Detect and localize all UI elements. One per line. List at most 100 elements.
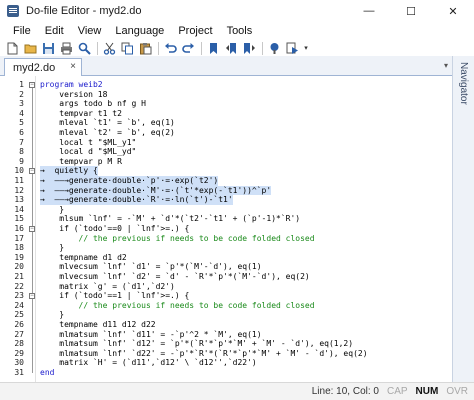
code-line[interactable]: 11 → ——→generate·double·`p'·=·exp(`t2') — [0, 176, 452, 186]
code-text[interactable]: → ——→generate·double·`M'·=·(`t'*exp(-`t1… — [40, 185, 272, 196]
minimize-button[interactable]: — — [348, 0, 390, 22]
code-text[interactable]: end — [40, 368, 54, 378]
code-line[interactable]: 30 matrix `H' = (`d11',`d12' \ `d12'',`d… — [0, 358, 452, 368]
code-line[interactable]: 15 mlsum `lnf' = -`M' + `d'*(`t2'-`t1' +… — [0, 214, 452, 224]
code-line[interactable]: 23 if (`todo'==1 | `lnf'>=.) { — [0, 291, 452, 301]
code-line[interactable]: 7 local t "$ML_y1" — [0, 138, 452, 148]
code-line[interactable]: 28 mlmatsum `lnf' `d12' = `p'*(`R'*`p'*`… — [0, 339, 452, 349]
menu-file[interactable]: File — [6, 25, 38, 37]
fold-toggle-icon[interactable]: − — [29, 225, 35, 232]
code-text[interactable]: program weib2 — [40, 80, 103, 90]
print-icon[interactable] — [58, 40, 74, 56]
fold-toggle-icon[interactable]: − — [29, 292, 35, 299]
copy-icon[interactable] — [119, 40, 135, 56]
redo-icon[interactable] — [180, 40, 196, 56]
code-text[interactable]: matrix `H' = (`d11',`d12' \ `d12'',`d22'… — [40, 358, 256, 368]
undo-icon[interactable] — [162, 40, 178, 56]
code-line[interactable]: 9 tempvar p M R — [0, 157, 452, 167]
fold-toggle-icon[interactable]: − — [29, 81, 35, 88]
prev-bookmark-icon[interactable] — [223, 40, 239, 56]
code-text[interactable]: } — [40, 243, 64, 253]
line-number: 2 — [19, 89, 24, 99]
code-text[interactable]: mleval `t1' = `b', eq(1) — [40, 118, 175, 128]
code-text[interactable]: version 18 — [40, 90, 107, 100]
menu-language[interactable]: Language — [108, 25, 171, 37]
code-line[interactable]: 20 mlvecsum `lnf' `d1' = `p'*(`M'-`d'), … — [0, 262, 452, 272]
code-text[interactable]: matrix `g' = (`d1',`d2') — [40, 282, 175, 292]
tab-close-icon[interactable]: × — [70, 61, 76, 72]
code-text[interactable]: // the previous if needs to be code fold… — [40, 234, 315, 244]
code-line[interactable]: 25 } — [0, 310, 452, 320]
tab-myd2-do[interactable]: myd2.do × — [4, 58, 82, 76]
menu-view[interactable]: View — [71, 25, 109, 37]
code-line[interactable]: 4 tempvar t1 t2 — [0, 109, 452, 119]
menu-tools[interactable]: Tools — [220, 25, 260, 37]
code-text[interactable]: local d "$ML_yd" — [40, 147, 136, 157]
code-text[interactable]: tempvar t1 t2 — [40, 109, 122, 119]
code-line[interactable]: 19 tempname d1 d2 — [0, 253, 452, 263]
code-text[interactable]: mlmatsum `lnf' `d11' = -`p'^2 * `M', eq(… — [40, 330, 261, 340]
paste-icon[interactable] — [137, 40, 153, 56]
tab-list-chevron-icon[interactable]: ▾ — [444, 61, 448, 70]
menu-project[interactable]: Project — [171, 25, 219, 37]
code-line[interactable]: 31 end — [0, 368, 452, 378]
code-editor[interactable]: 1 program weib2 2 version 18 3 args todo b … — [0, 76, 452, 382]
line-number: 13 — [14, 195, 24, 205]
code-text[interactable]: if (`todo'==0 | `lnf'>=.) { — [40, 224, 189, 234]
code-line[interactable]: 12 → ——→generate·double·`M'·=·(`t'*exp(-`… — [0, 185, 452, 196]
code-text[interactable]: tempvar p M R — [40, 157, 122, 167]
code-text[interactable]: tempname d1 d2 — [40, 253, 126, 263]
new-icon[interactable] — [4, 40, 20, 56]
execute-icon[interactable] — [284, 40, 300, 56]
code-line[interactable]: 21 mlvecsum `lnf' `d2' = `d' - `R'*`p'*(… — [0, 272, 452, 282]
cut-icon[interactable] — [101, 40, 117, 56]
code-text[interactable]: → ——→generate·double·`p'·=·exp(`t2') — [40, 176, 219, 186]
bookmark-icon[interactable] — [205, 40, 221, 56]
open-icon[interactable] — [22, 40, 38, 56]
code-line[interactable]: 2 version 18 — [0, 90, 452, 100]
menu-edit[interactable]: Edit — [38, 25, 71, 37]
code-text[interactable]: mlvecsum `lnf' `d2' = `d' - `R'*`p'*(`M'… — [40, 272, 309, 282]
line-number: 27 — [14, 329, 24, 339]
fold-toggle-icon[interactable]: − — [29, 167, 35, 174]
code-text[interactable]: if (`todo'==1 | `lnf'>=.) { — [40, 291, 189, 301]
code-text[interactable]: mlsum `lnf' = -`M' + `d'*(`t2'-`t1' + (`… — [40, 214, 300, 224]
code-line[interactable]: 16 if (`todo'==0 | `lnf'>=.) { — [0, 224, 452, 234]
find-icon[interactable] — [76, 40, 92, 56]
save-icon[interactable] — [40, 40, 56, 56]
code-line[interactable]: 26 tempname d11 d12 d22 — [0, 320, 452, 330]
code-text[interactable]: // the previous if needs to be code fold… — [40, 301, 315, 311]
code-text[interactable]: } — [40, 205, 64, 215]
code-line[interactable]: 1 program weib2 — [0, 80, 452, 90]
code-line[interactable]: 13 → ——→generate·double·`R'·=·ln(`t')-`t1… — [0, 195, 452, 205]
code-line[interactable]: 18 } — [0, 243, 452, 253]
code-text[interactable]: → ——→generate·double·`R'·=·ln(`t')-`t1' — [40, 195, 233, 205]
code-line[interactable]: 14 } — [0, 205, 452, 215]
close-button[interactable]: ✕ — [432, 0, 474, 22]
code-line[interactable]: 22 matrix `g' = (`d1',`d2') — [0, 282, 452, 292]
code-line[interactable]: 24 // the previous if needs to be code f… — [0, 301, 452, 311]
code-line[interactable]: 10 → quietly { — [0, 166, 452, 176]
code-line[interactable]: 8 local d "$ML_yd" — [0, 147, 452, 157]
show-file-icon[interactable] — [266, 40, 282, 56]
toolbar: ▾ — [0, 40, 474, 56]
code-text[interactable]: mlvecsum `lnf' `d1' = `p'*(`M'-`d'), eq(… — [40, 262, 261, 272]
code-line[interactable]: 27 mlmatsum `lnf' `d11' = -`p'^2 * `M', … — [0, 330, 452, 340]
code-text[interactable]: args todo b nf g H — [40, 99, 146, 109]
code-line[interactable]: 3 args todo b nf g H — [0, 99, 452, 109]
code-text[interactable]: mlmatsum `lnf' `d12' = `p'*(`R'*`p'*`M' … — [40, 339, 353, 349]
chevron-down-icon[interactable]: ▾ — [302, 40, 310, 56]
code-line[interactable]: 29 mlmatsum `lnf' `d22' = -`p'*`R'*(`R'*… — [0, 349, 452, 359]
code-text[interactable]: local t "$ML_y1" — [40, 138, 136, 148]
code-text[interactable]: mleval `t2' = `b', eq(2) — [40, 128, 175, 138]
code-text[interactable]: → quietly { — [40, 166, 98, 176]
navigator-panel[interactable]: Navigator — [452, 56, 474, 382]
next-bookmark-icon[interactable] — [241, 40, 257, 56]
code-line[interactable]: 6 mleval `t2' = `b', eq(2) — [0, 128, 452, 138]
code-text[interactable]: mlmatsum `lnf' `d22' = -`p'*`R'*(`R'*`p'… — [40, 349, 367, 359]
maximize-button[interactable]: ☐ — [390, 0, 432, 22]
code-text[interactable]: tempname d11 d12 d22 — [40, 320, 155, 330]
code-line[interactable]: 17 // the previous if needs to be code f… — [0, 234, 452, 244]
code-line[interactable]: 5 mleval `t1' = `b', eq(1) — [0, 118, 452, 128]
code-text[interactable]: } — [40, 310, 64, 320]
